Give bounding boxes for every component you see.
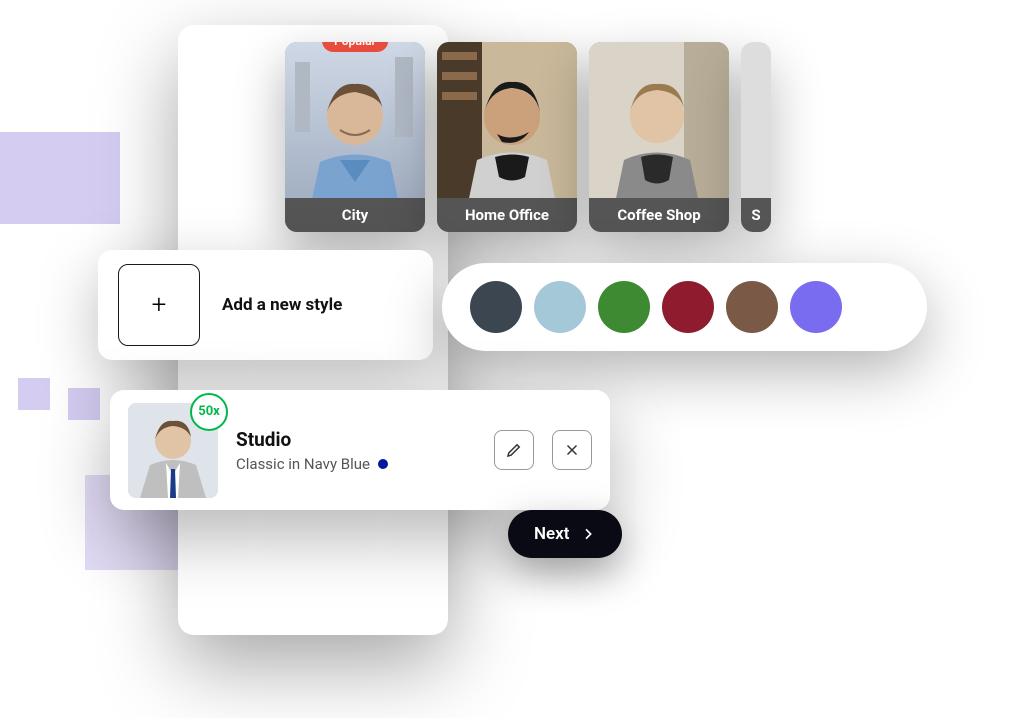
add-style-button[interactable]: + [118, 264, 200, 346]
selected-title: Studio [236, 428, 476, 451]
chevron-right-icon [580, 526, 596, 542]
decorative-rect [0, 132, 120, 224]
style-card-label: S [741, 198, 771, 232]
selected-subtitle-text: Classic in Navy Blue [236, 455, 370, 473]
color-swatch[interactable] [534, 281, 586, 333]
selected-subtitle: Classic in Navy Blue [236, 455, 476, 473]
pencil-icon [505, 441, 523, 459]
add-style-panel: + Add a new style [98, 250, 433, 360]
style-card-label: Home Office [437, 198, 577, 232]
color-picker [442, 263, 927, 351]
style-card-partial[interactable]: S [741, 42, 771, 232]
style-card-coffee-shop[interactable]: Coffee Shop [589, 42, 729, 232]
style-options-row: Popular City Home Office [285, 42, 771, 232]
add-style-label: Add a new style [222, 295, 342, 315]
selected-style-panel: 50x Studio Classic in Navy Blue [110, 390, 610, 510]
style-card-city[interactable]: Popular City [285, 42, 425, 232]
selected-info: Studio Classic in Navy Blue [236, 428, 476, 473]
selected-thumbnail: 50x [128, 403, 218, 498]
color-swatch[interactable] [726, 281, 778, 333]
next-button[interactable]: Next [508, 510, 622, 558]
decorative-rect [18, 378, 50, 410]
delete-button[interactable] [552, 430, 592, 470]
plus-icon: + [152, 290, 167, 320]
color-swatch[interactable] [790, 281, 842, 333]
edit-button[interactable] [494, 430, 534, 470]
style-card-label: City [285, 198, 425, 232]
count-badge: 50x [190, 393, 228, 431]
popular-badge: Popular [322, 42, 388, 52]
color-swatch[interactable] [470, 281, 522, 333]
color-swatch[interactable] [854, 281, 906, 333]
color-swatch[interactable] [598, 281, 650, 333]
color-swatch[interactable] [662, 281, 714, 333]
style-card-label: Coffee Shop [589, 198, 729, 232]
decorative-rect [68, 388, 100, 420]
next-label: Next [534, 524, 570, 544]
style-card-home-office[interactable]: Home Office [437, 42, 577, 232]
color-dot-icon [378, 459, 388, 469]
close-icon [563, 441, 581, 459]
